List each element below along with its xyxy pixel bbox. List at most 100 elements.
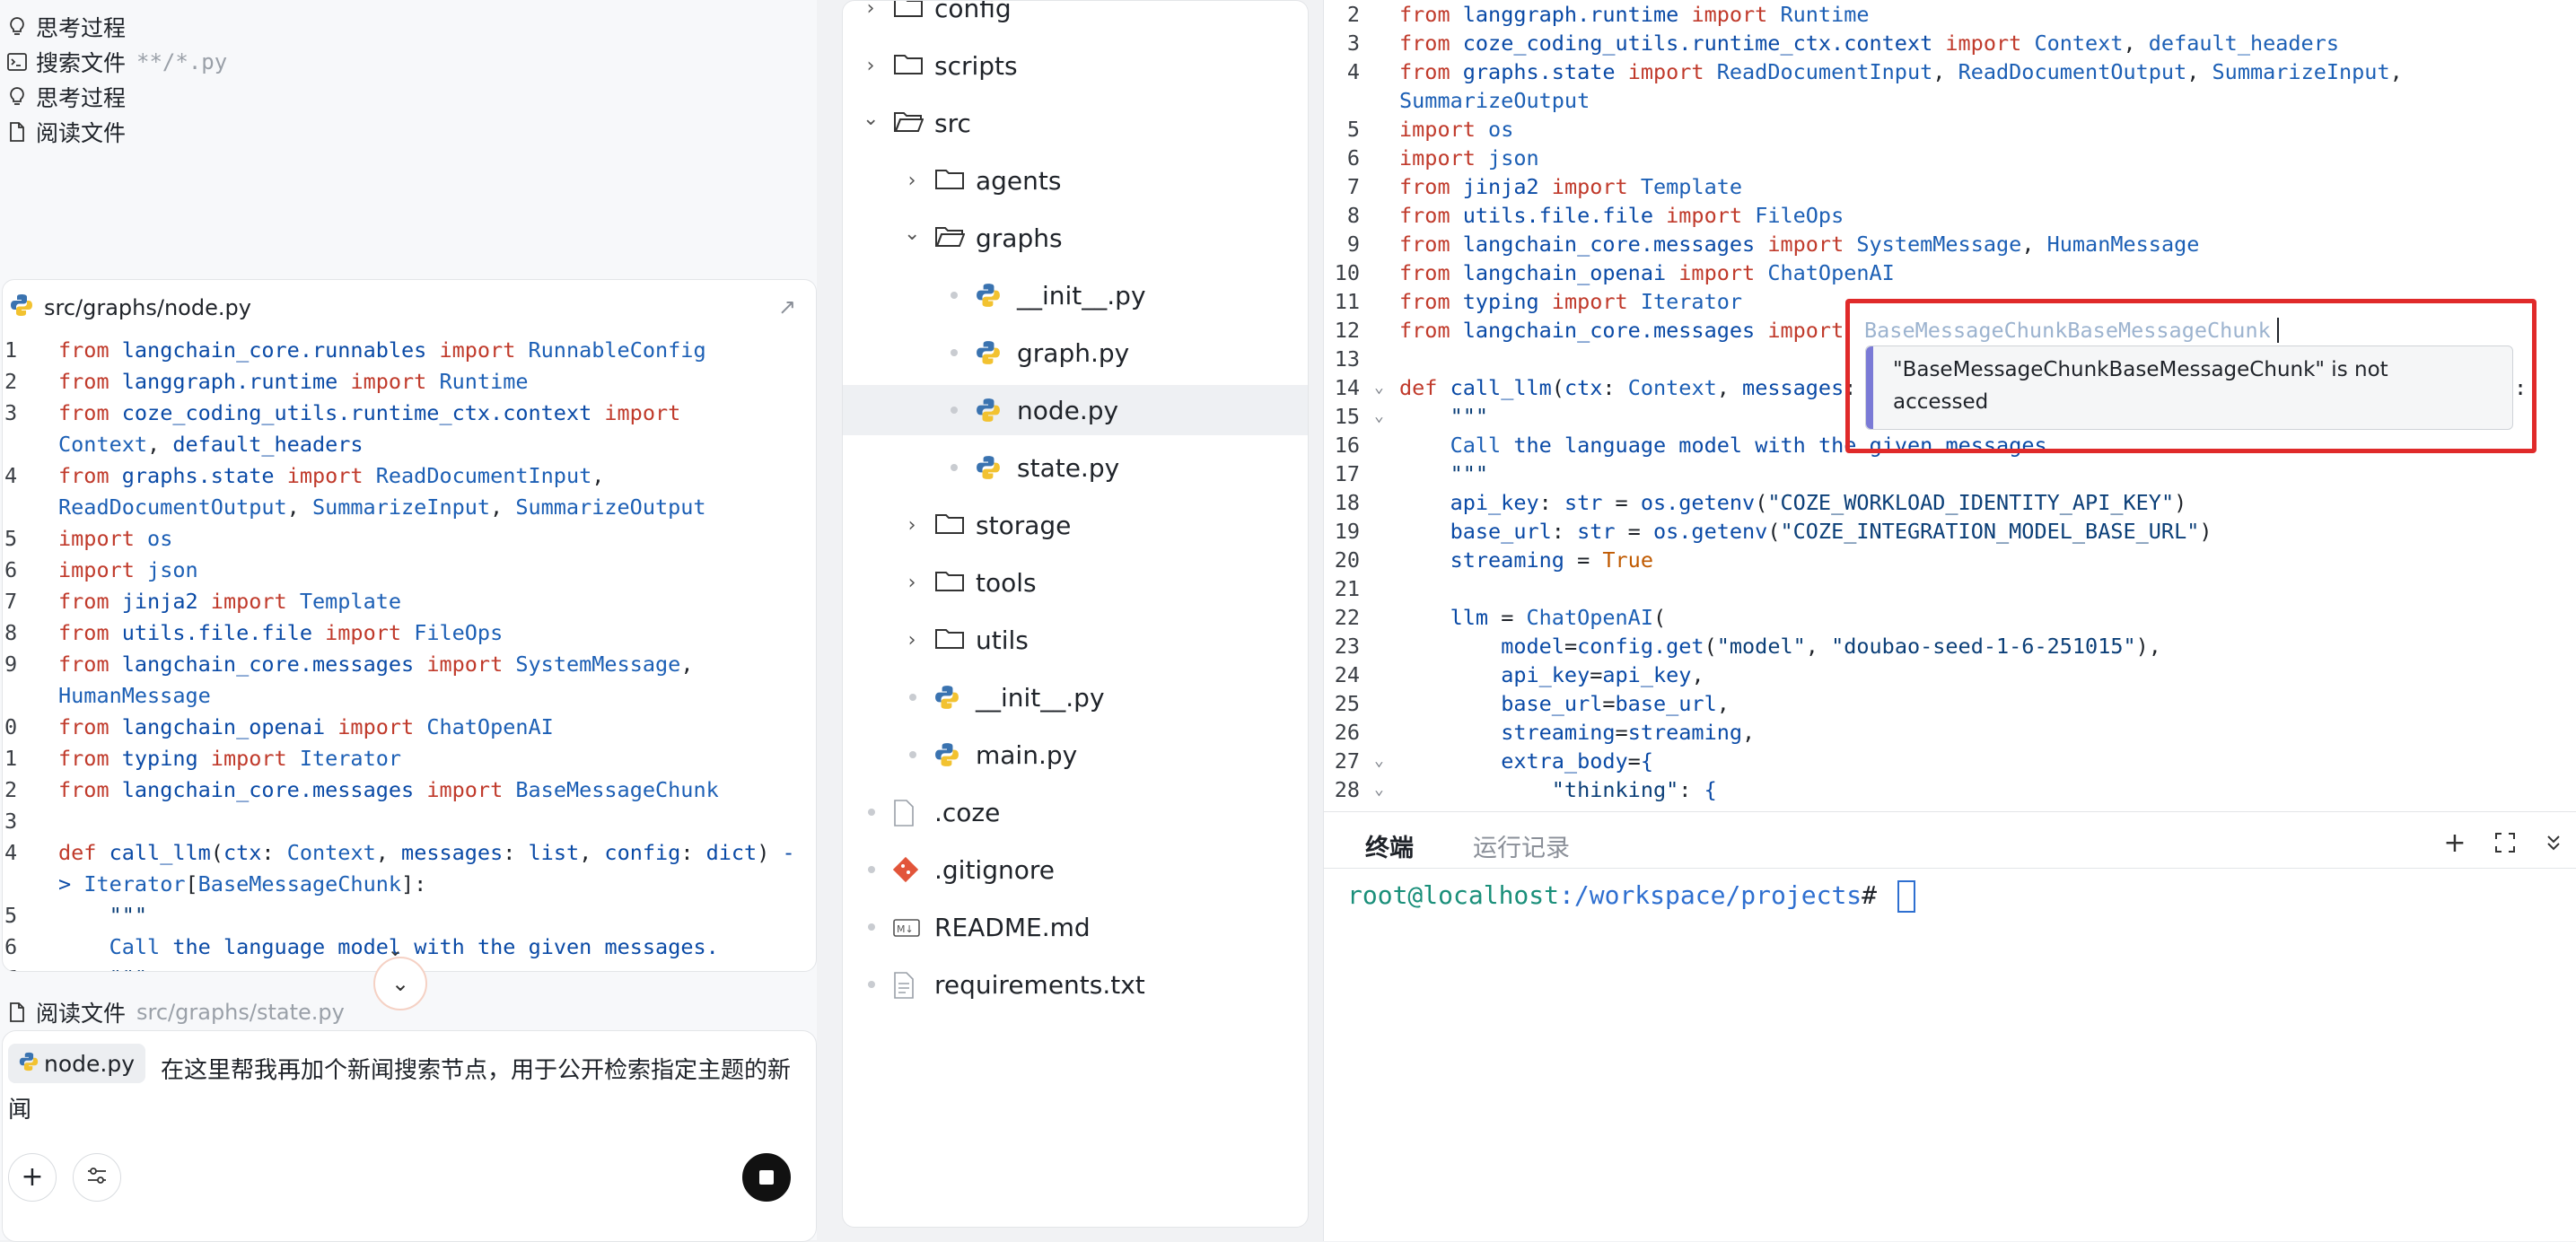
chevron-down-icon[interactable]: ⌄ bbox=[904, 223, 920, 245]
tree-item-storage[interactable]: › storage bbox=[843, 500, 1308, 550]
tree-item-utils[interactable]: › utils bbox=[843, 615, 1308, 665]
line-number: 4 bbox=[4, 463, 18, 488]
line-number: 28 bbox=[1334, 777, 1360, 802]
line-text: from typing import Iterator bbox=[58, 746, 402, 771]
chevron-right-icon[interactable]: › bbox=[863, 1, 879, 20]
tree-item-config[interactable]: › config bbox=[843, 1, 1308, 33]
chevron-right-icon[interactable]: › bbox=[904, 629, 920, 652]
tab-run-log[interactable]: 运行记录 bbox=[1473, 828, 1570, 863]
tree-bullet bbox=[951, 464, 958, 471]
line-number: 5 bbox=[4, 903, 18, 928]
line-number: 4 bbox=[1346, 59, 1360, 84]
tree-item-gitignore[interactable]: .gitignore bbox=[843, 844, 1308, 895]
line-text: from langgraph.runtime import Runtime bbox=[58, 369, 529, 394]
line-number: 5 bbox=[4, 526, 18, 551]
step-read-state-file[interactable]: 阅读文件 src/graphs/state.py bbox=[7, 994, 345, 1030]
tree-item-label: README.md bbox=[934, 912, 1091, 942]
tree-item-agents[interactable]: › agents bbox=[843, 155, 1308, 206]
step-label: 搜索文件 bbox=[36, 50, 127, 76]
fold-chevron-icon[interactable]: ⌄ bbox=[1374, 373, 1384, 402]
line-text: from langchain_core.messages import Syst… bbox=[58, 652, 694, 677]
tree-item-init-py[interactable]: __init__.py bbox=[843, 672, 1308, 722]
step-label: 阅读文件 bbox=[36, 1001, 127, 1027]
stop-button[interactable] bbox=[742, 1153, 791, 1202]
text-file-icon bbox=[893, 972, 924, 999]
step-read-file[interactable]: 阅读文件 bbox=[7, 114, 126, 150]
tree-bullet bbox=[909, 694, 916, 701]
tree-item-requirements-txt[interactable]: requirements.txt bbox=[843, 959, 1308, 1010]
tree-item-tools[interactable]: › tools bbox=[843, 557, 1308, 608]
line-text: from jinja2 import Template bbox=[58, 589, 402, 614]
line-number: 25 bbox=[1334, 691, 1360, 716]
collapse-panel-icon[interactable] bbox=[2536, 825, 2572, 861]
tree-bullet bbox=[868, 981, 875, 988]
chevron-right-icon[interactable]: › bbox=[904, 170, 920, 192]
line-number: 6 bbox=[4, 557, 18, 582]
step-thinking-1[interactable]: 思考过程 bbox=[7, 9, 126, 45]
chevron-right-icon[interactable]: › bbox=[863, 55, 879, 77]
file-icon bbox=[7, 121, 27, 143]
chevron-right-icon[interactable]: › bbox=[904, 514, 920, 537]
line-text: """ bbox=[1450, 461, 1489, 486]
tree-item-label: utils bbox=[976, 625, 1029, 655]
terminal-panel: 终端 运行记录 + root@localhost:/workspace/proj… bbox=[1323, 811, 2576, 1241]
line-number: 5 bbox=[1346, 117, 1360, 142]
plus-icon: + bbox=[21, 1161, 44, 1193]
read-file-path: src/graphs/state.py bbox=[136, 1000, 345, 1025]
line-text: llm = ChatOpenAI( bbox=[1450, 605, 1667, 630]
tree-item-label: node.py bbox=[1017, 395, 1119, 425]
fold-chevron-icon[interactable]: ⌄ bbox=[1374, 775, 1384, 804]
python-file-icon bbox=[934, 685, 965, 709]
chevron-right-icon[interactable]: › bbox=[904, 572, 920, 594]
line-number: 3 bbox=[4, 809, 18, 834]
tree-item-readme-md[interactable]: M↓ README.md bbox=[843, 902, 1308, 952]
folder-icon bbox=[934, 512, 965, 536]
open-external-icon[interactable]: ↗ bbox=[778, 294, 796, 319]
tree-item-node-py[interactable]: node.py bbox=[843, 385, 1308, 435]
folder-icon bbox=[893, 53, 924, 76]
search-pattern: **/*.py bbox=[136, 49, 228, 74]
tree-item-coze[interactable]: .coze bbox=[843, 787, 1308, 837]
line-text: from langchain_core.runnables import Run… bbox=[58, 337, 706, 363]
fold-chevron-icon[interactable]: ⌄ bbox=[1374, 747, 1384, 775]
code-preview-card: src/graphs/node.py ↗ 1 from langchain_cor… bbox=[2, 279, 817, 972]
folder-icon bbox=[934, 225, 966, 249]
plus-icon[interactable]: + bbox=[2437, 825, 2473, 861]
fold-chevron-icon[interactable]: ⌄ bbox=[1374, 402, 1384, 431]
code-card-header[interactable]: src/graphs/node.py ↗ bbox=[3, 280, 816, 336]
settings-button[interactable] bbox=[73, 1153, 121, 1202]
line-number: 9 bbox=[4, 652, 18, 677]
line-text: from coze_coding_utils.runtime_ctx.conte… bbox=[1399, 31, 2340, 56]
sliders-icon bbox=[86, 1166, 108, 1189]
tree-item-main-py[interactable]: main.py bbox=[843, 730, 1308, 780]
step-thinking-2[interactable]: 思考过程 bbox=[7, 79, 126, 115]
line-number: 7 bbox=[1346, 174, 1360, 199]
line-number: 11 bbox=[1334, 289, 1360, 314]
line-text: api_key: str = os.getenv("COZE_WORKLOAD_… bbox=[1450, 490, 2187, 515]
terminal-prompt[interactable]: root@localhost:/workspace/projects# bbox=[1347, 880, 1915, 913]
line-text: model=config.get("model", "doubao-seed-1… bbox=[1501, 634, 2161, 659]
tab-terminal[interactable]: 终端 bbox=[1365, 828, 1414, 863]
tree-item-src[interactable]: ⌄ src bbox=[843, 98, 1308, 148]
tree-item-init-py[interactable]: __init__.py bbox=[843, 270, 1308, 320]
chat-input-box[interactable]: 在这里帮我再加个新闻搜索节点，用于公开检索指定主题的新闻 node.py + bbox=[2, 1030, 817, 1242]
tree-bullet bbox=[951, 292, 958, 299]
file-reference-chip[interactable]: node.py bbox=[8, 1044, 146, 1083]
line-number: 14 bbox=[1334, 375, 1360, 400]
tree-item-scripts[interactable]: › scripts bbox=[843, 40, 1308, 91]
step-label: 阅读文件 bbox=[36, 120, 127, 146]
tree-item-label: __init__.py bbox=[976, 682, 1105, 713]
chevron-down-icon[interactable]: ⌄ bbox=[863, 108, 879, 130]
lightbulb-icon bbox=[7, 86, 27, 108]
folder-icon bbox=[934, 627, 965, 651]
line-number: 6 bbox=[4, 934, 18, 959]
add-attachment-button[interactable]: + bbox=[8, 1153, 57, 1202]
collapse-button[interactable]: ⌄ bbox=[373, 957, 427, 1010]
maximize-icon[interactable] bbox=[2487, 825, 2523, 861]
tree-item-state-py[interactable]: state.py bbox=[843, 442, 1308, 493]
tree-item-graphs[interactable]: ⌄ graphs bbox=[843, 213, 1308, 263]
chevron-down-icon[interactable]: ⌄ bbox=[388, 939, 403, 960]
tree-item-graph-py[interactable]: graph.py bbox=[843, 328, 1308, 378]
tree-bullet bbox=[951, 407, 958, 414]
step-search-files[interactable]: 搜索文件 **/*.py bbox=[7, 44, 227, 80]
